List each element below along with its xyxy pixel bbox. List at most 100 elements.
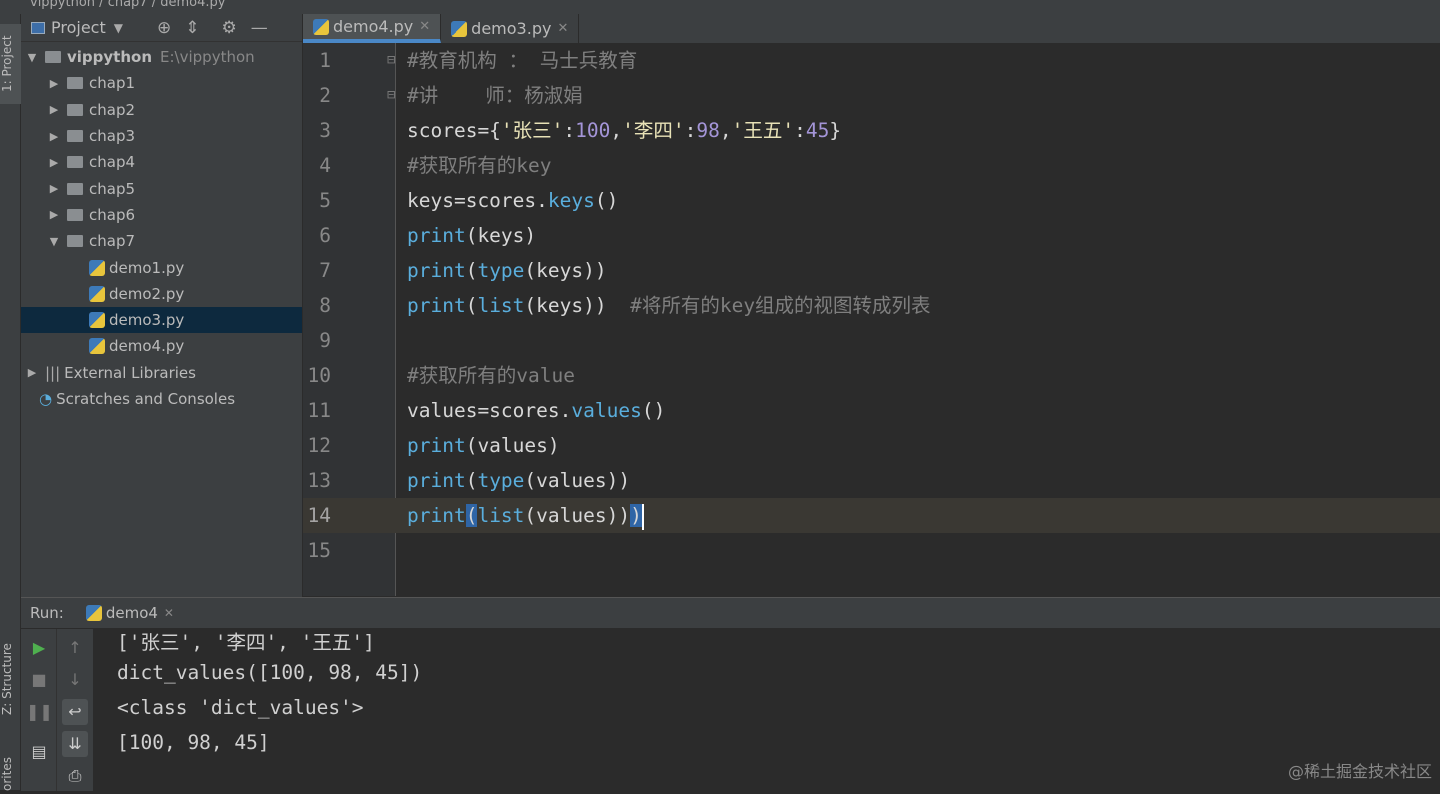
- code-editor[interactable]: 1 #教育机构 ： 马士兵教育 ⊟ 2 #讲 师：杨淑娟 ⊟ 3 scores={'张三':1…: [303, 43, 1440, 596]
- down-arrow-icon[interactable]: ↓: [62, 667, 88, 693]
- run-header: Run: demo4 ✕: [21, 598, 1440, 628]
- code-line[interactable]: 2 #讲 师：杨淑娟 ⊟: [303, 78, 1440, 113]
- scroll-to-end-icon[interactable]: ⇊: [62, 731, 88, 757]
- expand-arrow-icon[interactable]: ▶: [47, 130, 61, 143]
- code-token: print: [407, 434, 466, 457]
- close-icon[interactable]: ✕: [164, 606, 174, 620]
- expand-arrow-icon[interactable]: ▶: [47, 182, 61, 195]
- close-icon[interactable]: ✕: [419, 19, 430, 34]
- expand-arrow-icon[interactable]: ▶: [47, 77, 61, 90]
- expand-arrow-icon[interactable]: ▼: [47, 235, 61, 248]
- code-token: print: [407, 504, 466, 527]
- tree-item-demo4-py[interactable]: demo4.py: [21, 333, 302, 359]
- tree-item-external-libraries[interactable]: ▶ ||| External Libraries: [21, 360, 302, 386]
- code-line[interactable]: 12 print(values): [303, 428, 1440, 463]
- tree-item-chap6[interactable]: ▶ chap6: [21, 202, 302, 228]
- tree-item-scratches-and-consoles[interactable]: ◔ Scratches and Consoles: [21, 386, 302, 412]
- line-number: 8: [319, 294, 331, 317]
- print-icon[interactable]: ⎙: [62, 763, 88, 789]
- tree-item-demo3-py[interactable]: demo3.py: [21, 306, 302, 334]
- folder-icon: [67, 130, 83, 143]
- python-file-icon: [89, 338, 105, 355]
- up-arrow-icon[interactable]: ↑: [62, 635, 88, 661]
- expand-arrow-icon[interactable]: ▼: [25, 51, 39, 64]
- breadcrumb-file[interactable]: demo4.py: [160, 0, 225, 10]
- breadcrumb-project[interactable]: vippython: [30, 0, 95, 10]
- line-number: 14: [307, 504, 331, 527]
- tab-demo4[interactable]: demo4.py ✕: [303, 14, 442, 43]
- close-icon[interactable]: ✕: [557, 21, 568, 36]
- breadcrumb: vippython / chap7 / demo4.py: [0, 0, 1440, 14]
- run-label: Run:: [30, 604, 64, 622]
- code-line[interactable]: 9: [303, 323, 1440, 358]
- code-token: list: [477, 504, 525, 527]
- tree-item-chap3[interactable]: ▶ chap3: [21, 123, 302, 149]
- expand-arrow-icon[interactable]: ▶: [47, 103, 61, 116]
- project-tool-tab[interactable]: 1: Project: [0, 24, 21, 104]
- expand-arrow-icon[interactable]: ▶: [25, 366, 39, 379]
- tree-item-label: External Libraries: [64, 363, 196, 382]
- code-line[interactable]: 8 print(list(keys)) #将所有的key组成的视图转成列表: [303, 288, 1440, 323]
- folder-icon: [67, 208, 83, 221]
- layout-icon[interactable]: ▤: [26, 739, 52, 765]
- tab-demo3[interactable]: demo3.py ✕: [441, 14, 580, 43]
- structure-tool-tab[interactable]: Z: Structure: [0, 629, 21, 729]
- tree-item-chap4[interactable]: ▶ chap4: [21, 149, 302, 175]
- code-line[interactable]: 14 print(list(values))): [303, 498, 1440, 533]
- collapse-all-icon[interactable]: ⇕: [185, 18, 199, 38]
- code-token: print: [407, 224, 466, 247]
- console-line: ['张三', '李四', '王五']: [117, 631, 375, 654]
- tree-item-label: Scratches and Consoles: [56, 390, 236, 408]
- code-token: '李四': [622, 119, 685, 142]
- watermark: @稀土掘金技术社区: [1287, 762, 1432, 781]
- console-line: dict_values([100, 98, 45]): [117, 661, 423, 684]
- code-token: #获取所有的value: [407, 364, 575, 387]
- code-line[interactable]: 11 values=scores.values(): [303, 393, 1440, 428]
- tab-label: demo3.py: [471, 19, 552, 38]
- tree-item-demo1-py[interactable]: demo1.py: [21, 254, 302, 280]
- gear-icon[interactable]: ⚙: [221, 18, 236, 38]
- code-line[interactable]: 4 #获取所有的key: [303, 148, 1440, 183]
- code-line[interactable]: 6 print(keys): [303, 218, 1440, 253]
- code-line[interactable]: 13 print(type(values)): [303, 463, 1440, 498]
- code-line[interactable]: 10 #获取所有的value: [303, 358, 1440, 393]
- folder-icon: [67, 235, 83, 248]
- favorites-tool-tab[interactable]: orites: [0, 754, 21, 794]
- expand-arrow-icon[interactable]: ▶: [47, 208, 61, 221]
- python-file-icon: [313, 18, 329, 35]
- tree-item-demo2-py[interactable]: demo2.py: [21, 281, 302, 307]
- code-text: keys=scores.keys(): [407, 183, 618, 218]
- code-token: '王五': [731, 119, 795, 142]
- tree-item-chap2[interactable]: ▶ chap2: [21, 97, 302, 123]
- line-number: 10: [307, 364, 331, 387]
- line-number: 15: [307, 539, 331, 562]
- tree-item-label: vippython: [67, 48, 153, 67]
- python-file-icon: [89, 285, 105, 302]
- tree-item-vippython[interactable]: ▼ vippython E:\vippython: [21, 44, 302, 70]
- hide-icon[interactable]: —: [251, 18, 268, 38]
- code-line[interactable]: 15: [303, 533, 1440, 568]
- code-line[interactable]: 7 print(type(keys)): [303, 253, 1440, 288]
- locate-icon[interactable]: ⊕: [157, 18, 171, 38]
- code-text: print(keys): [407, 218, 536, 253]
- soft-wrap-icon[interactable]: ↩: [62, 699, 88, 725]
- code-line[interactable]: 3 scores={'张三':100,'李四':98,'王五':45}: [303, 113, 1440, 148]
- pause-icon[interactable]: ❚❚: [26, 699, 53, 725]
- rerun-icon[interactable]: ▶: [26, 635, 52, 661]
- code-line[interactable]: 5 keys=scores.keys(): [303, 183, 1440, 218]
- tree-item-chap7[interactable]: ▼ chap7: [21, 228, 302, 254]
- fold-icon[interactable]: ⊟: [387, 78, 395, 113]
- fold-icon[interactable]: ⊟: [387, 43, 395, 78]
- run-tab-demo4[interactable]: demo4 ✕: [85, 604, 174, 622]
- tree-item-chap5[interactable]: ▶ chap5: [21, 175, 302, 201]
- project-view-icon: [31, 21, 45, 34]
- tree-item-chap1[interactable]: ▶ chap1: [21, 70, 302, 96]
- chevron-down-icon[interactable]: ▼: [114, 21, 123, 35]
- code-token: 98: [696, 119, 720, 142]
- stop-icon[interactable]: ■: [26, 667, 52, 693]
- folder-icon: [67, 156, 83, 169]
- code-line[interactable]: 1 #教育机构 ： 马士兵教育 ⊟: [303, 43, 1440, 78]
- project-view-selector[interactable]: Project: [51, 18, 106, 37]
- breadcrumb-folder[interactable]: chap7: [108, 0, 148, 10]
- expand-arrow-icon[interactable]: ▶: [47, 156, 61, 169]
